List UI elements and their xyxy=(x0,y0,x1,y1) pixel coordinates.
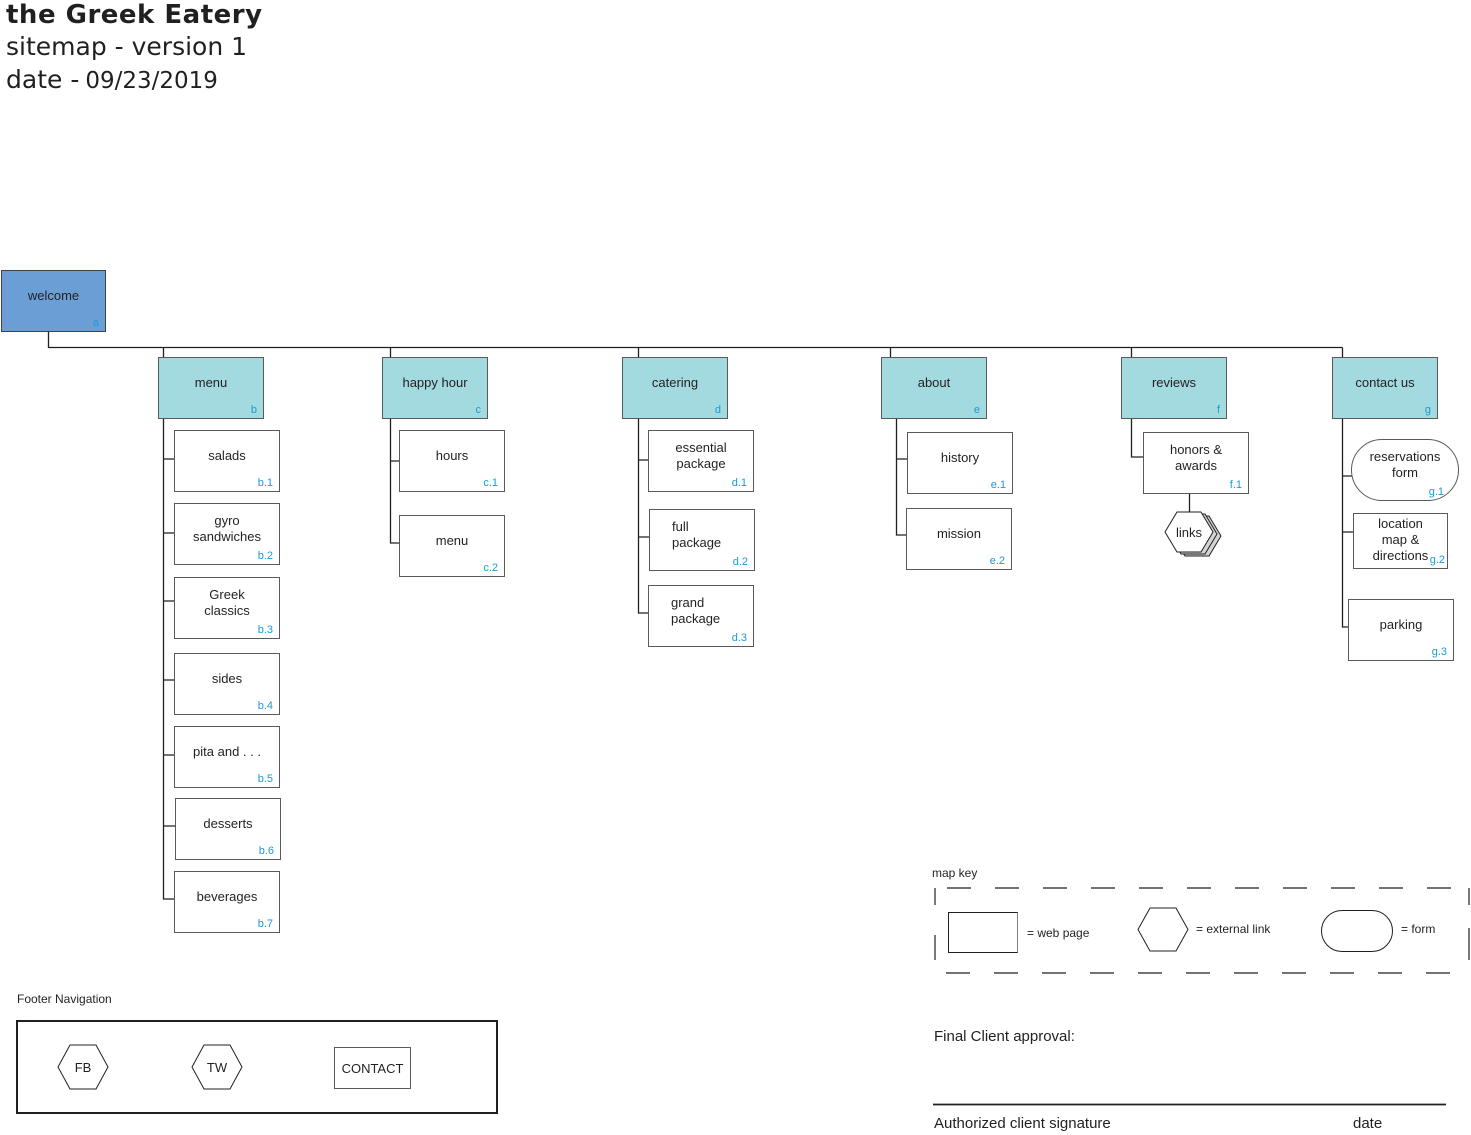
date-label: date - xyxy=(6,65,80,94)
page-label: salads xyxy=(208,448,246,463)
page-code: b.3 xyxy=(257,624,273,636)
page-code: e xyxy=(973,404,980,416)
page-full-package[interactable]: full package d.2 xyxy=(649,509,755,571)
footer-navigation-title: Footer Navigation xyxy=(17,992,112,1006)
map-key-title: map key xyxy=(932,866,978,880)
page-code: b.4 xyxy=(257,700,273,712)
page-code: f xyxy=(1216,404,1220,416)
page-label: full package xyxy=(672,519,722,550)
page-essential-package[interactable]: essential package d.1 xyxy=(648,430,754,492)
page-label: welcome xyxy=(27,288,80,303)
page-label: mission xyxy=(936,526,982,541)
section-reviews[interactable]: reviews f xyxy=(1121,357,1227,419)
page-grand-package[interactable]: grand package d.3 xyxy=(648,585,754,647)
page-happy-hour-menu[interactable]: menu c.2 xyxy=(399,515,505,577)
page-code: f.1 xyxy=(1229,479,1242,491)
date-value: 09/23/2019 xyxy=(85,68,218,94)
signature-date-label: date xyxy=(1353,1115,1383,1132)
footer-facebook-link[interactable]: FB xyxy=(57,1044,109,1090)
page-code: e.1 xyxy=(990,479,1006,491)
key-form-label: = form xyxy=(1401,922,1436,936)
page-code: b.2 xyxy=(257,550,273,562)
page-greek-classics[interactable]: Greek classics b.3 xyxy=(174,577,280,639)
page-label: grand package xyxy=(671,595,721,626)
external-links-stack[interactable]: links xyxy=(1163,510,1227,562)
footer-contact-link[interactable]: CONTACT xyxy=(334,1047,411,1089)
page-sides[interactable]: sides b.4 xyxy=(174,653,280,715)
signature-label: Authorized client signature xyxy=(934,1115,1111,1132)
sitemap-version: sitemap - version 1 xyxy=(6,32,248,61)
page-pita-and[interactable]: pita and . . . b.5 xyxy=(174,726,280,788)
approval-title: Final Client approval: xyxy=(934,1028,1075,1045)
page-salads[interactable]: salads b.1 xyxy=(174,430,280,492)
page-welcome[interactable]: welcome a xyxy=(1,270,106,332)
page-code: b xyxy=(250,404,257,416)
page-code: d xyxy=(714,404,721,416)
section-menu[interactable]: menu b xyxy=(158,357,264,419)
page-code: b.7 xyxy=(257,918,273,930)
key-web-page-label: = web page xyxy=(1027,926,1090,940)
page-desserts[interactable]: desserts b.6 xyxy=(175,798,281,860)
page-label: hours xyxy=(435,448,469,463)
page-label: parking xyxy=(1379,617,1423,632)
page-label: honors & awards xyxy=(1169,442,1223,473)
hexagon-icon xyxy=(1137,907,1189,952)
page-label: reviews xyxy=(1151,375,1197,390)
page-code: d.2 xyxy=(732,556,748,568)
section-contact-us[interactable]: contact us g xyxy=(1332,357,1438,419)
page-code: g xyxy=(1424,404,1431,416)
page-label: sides xyxy=(211,671,243,686)
page-hours[interactable]: hours c.1 xyxy=(399,430,505,492)
page-label: Greek classics xyxy=(204,587,250,618)
page-label: essential package xyxy=(675,440,727,471)
connector-root xyxy=(47,331,1343,349)
key-web-page-shape xyxy=(948,912,1018,953)
page-code: b.6 xyxy=(258,845,274,857)
footer-twitter-label: TW xyxy=(206,1059,228,1075)
page-code: g.1 xyxy=(1428,486,1444,498)
project-title: the Greek Eatery xyxy=(6,0,263,30)
page-code: a xyxy=(92,317,99,329)
page-code: g.3 xyxy=(1431,646,1447,658)
page-label: history xyxy=(940,450,980,465)
page-label: pita and . . . xyxy=(193,744,261,759)
page-label: menu xyxy=(194,375,228,390)
page-mission[interactable]: mission e.2 xyxy=(906,508,1012,570)
page-history[interactable]: history e.1 xyxy=(907,432,1013,494)
page-code: c.2 xyxy=(483,562,498,574)
key-form-shape xyxy=(1321,910,1393,952)
page-label: contact us xyxy=(1355,375,1415,390)
page-label: desserts xyxy=(203,816,253,831)
form-reservations[interactable]: reservations form g.1 xyxy=(1351,439,1459,501)
page-label: beverages xyxy=(196,889,258,904)
page-code: c.1 xyxy=(483,477,498,489)
page-location-map-directions[interactable]: location map & directions g.2 xyxy=(1353,513,1448,569)
page-beverages[interactable]: beverages b.7 xyxy=(174,871,280,933)
page-code: b.1 xyxy=(257,477,273,489)
page-code: g.2 xyxy=(1429,554,1445,566)
page-honors-awards[interactable]: honors & awards f.1 xyxy=(1143,432,1249,494)
section-catering[interactable]: catering d xyxy=(622,357,728,419)
page-code: d.1 xyxy=(731,477,747,489)
key-external-link-label: = external link xyxy=(1196,922,1271,936)
section-about[interactable]: about e xyxy=(881,357,987,419)
page-gyro-sandwiches[interactable]: gyro sandwiches b.2 xyxy=(174,503,280,565)
page-code: b.5 xyxy=(257,773,273,785)
page-label: about xyxy=(917,375,951,390)
key-external-link-shape xyxy=(1137,907,1189,952)
page-label: menu xyxy=(435,533,469,548)
page-code: d.3 xyxy=(731,632,747,644)
page-label: reservations form xyxy=(1369,449,1441,480)
page-label: happy hour xyxy=(402,375,468,390)
footer-twitter-link[interactable]: TW xyxy=(191,1044,243,1090)
external-link-label: links xyxy=(1175,524,1202,540)
section-happy-hour[interactable]: happy hour c xyxy=(382,357,488,419)
page-parking[interactable]: parking g.3 xyxy=(1348,599,1454,661)
footer-facebook-label: FB xyxy=(74,1059,92,1075)
page-label: gyro sandwiches xyxy=(193,513,261,544)
sitemap-date: date -09/23/2019 xyxy=(6,65,218,94)
page-code: c xyxy=(475,404,482,416)
page-code: e.2 xyxy=(989,555,1005,567)
page-label: catering xyxy=(651,375,699,390)
